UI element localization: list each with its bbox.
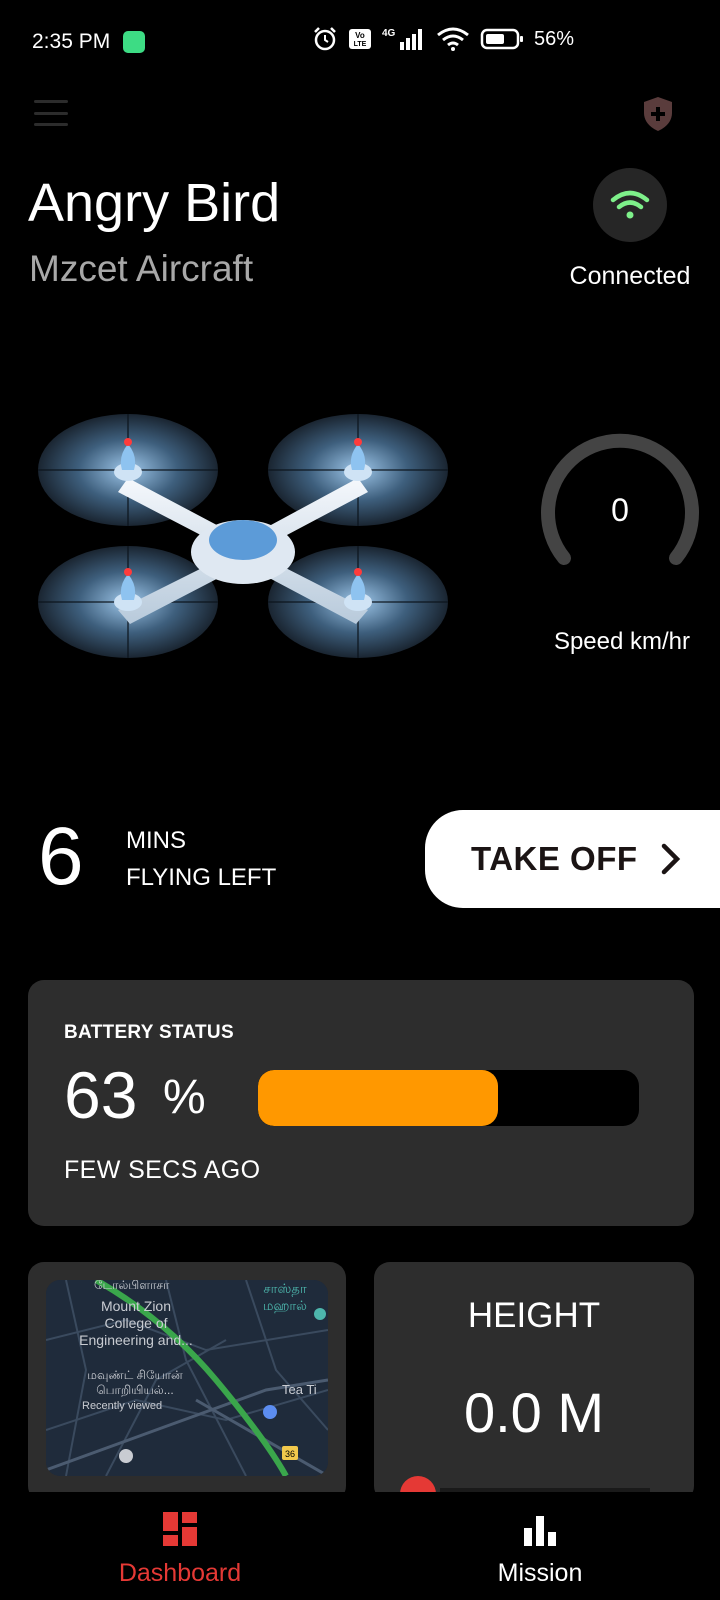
svg-text:LTE: LTE	[354, 41, 367, 48]
page-title: Angry Bird	[28, 173, 281, 233]
status-time: 2:35 PM	[32, 30, 111, 53]
alarm-icon	[314, 27, 336, 51]
battery-status-title: BATTERY STATUS	[64, 1022, 234, 1043]
flight-minutes-value: 6	[38, 811, 84, 902]
wifi-status-icon	[437, 27, 469, 51]
battery-percentage-unit: %	[163, 1071, 206, 1124]
bar-chart-icon	[524, 1516, 556, 1546]
speed-label: Speed km/hr	[553, 628, 691, 655]
battery-percentage: 56%	[534, 27, 575, 50]
bottom-navigation	[0, 1492, 720, 1600]
svg-text:Vo: Vo	[355, 31, 365, 40]
shield-icon[interactable]	[642, 96, 674, 132]
map-label-tollplaza: டோல்பிளாசா	[94, 1280, 170, 1292]
menu-icon[interactable]	[34, 100, 68, 126]
page-subtitle: Mzcet Aircraft	[29, 248, 254, 289]
signal-icon: 4G	[382, 28, 422, 50]
drone-illustration	[38, 414, 448, 658]
flight-minutes-unit: MINS	[126, 827, 186, 854]
map-road-number: 36	[285, 1449, 295, 1459]
speed-value: 0	[611, 492, 629, 528]
take-off-label: TAKE OFF	[471, 840, 638, 877]
volte-icon: Vo LTE	[349, 29, 371, 49]
connection-status-button[interactable]	[593, 168, 667, 242]
battery-status-icon	[480, 28, 523, 50]
height-title: HEIGHT	[467, 1296, 601, 1335]
android-app-icon	[123, 31, 145, 53]
nav-mission[interactable]: Mission	[480, 1514, 600, 1588]
connection-label: Connected	[569, 262, 691, 290]
flight-minutes-caption: FLYING LEFT	[126, 864, 277, 891]
take-off-button[interactable]: TAKE OFF	[425, 810, 720, 908]
nav-mission-label: Mission	[497, 1559, 583, 1587]
height-value: 0.0 M	[463, 1381, 605, 1444]
status-icons: Vo LTE 4G 56%	[312, 26, 574, 52]
map-label-recent: Recently viewed	[82, 1400, 163, 1412]
battery-level-fill	[258, 1070, 499, 1126]
nav-dashboard-label: Dashboard	[118, 1559, 242, 1587]
battery-percentage-value: 63	[64, 1058, 138, 1132]
battery-updated-time: FEW SECS AGO	[64, 1156, 261, 1184]
dashboard-icon	[163, 1512, 197, 1546]
map-label-college: Mount Zion College of Engineering and...	[79, 1298, 193, 1348]
wifi-icon	[610, 190, 650, 219]
chevron-right-icon	[661, 843, 680, 875]
battery-level-bar	[258, 1070, 639, 1126]
svg-text:4G: 4G	[382, 28, 396, 39]
map-label-sastha: சாஸ்தா மஹால்	[263, 1281, 307, 1313]
map-label-tea: Tea Ti	[282, 1382, 317, 1397]
nav-dashboard[interactable]: Dashboard	[110, 1512, 250, 1588]
map-label-college-tamil: மவுண்ட் சியோன் பொறியியல்...	[87, 1368, 183, 1397]
map-view[interactable]: 36 டோல்பிளாசா Mount Zion College of Engi…	[46, 1280, 328, 1476]
